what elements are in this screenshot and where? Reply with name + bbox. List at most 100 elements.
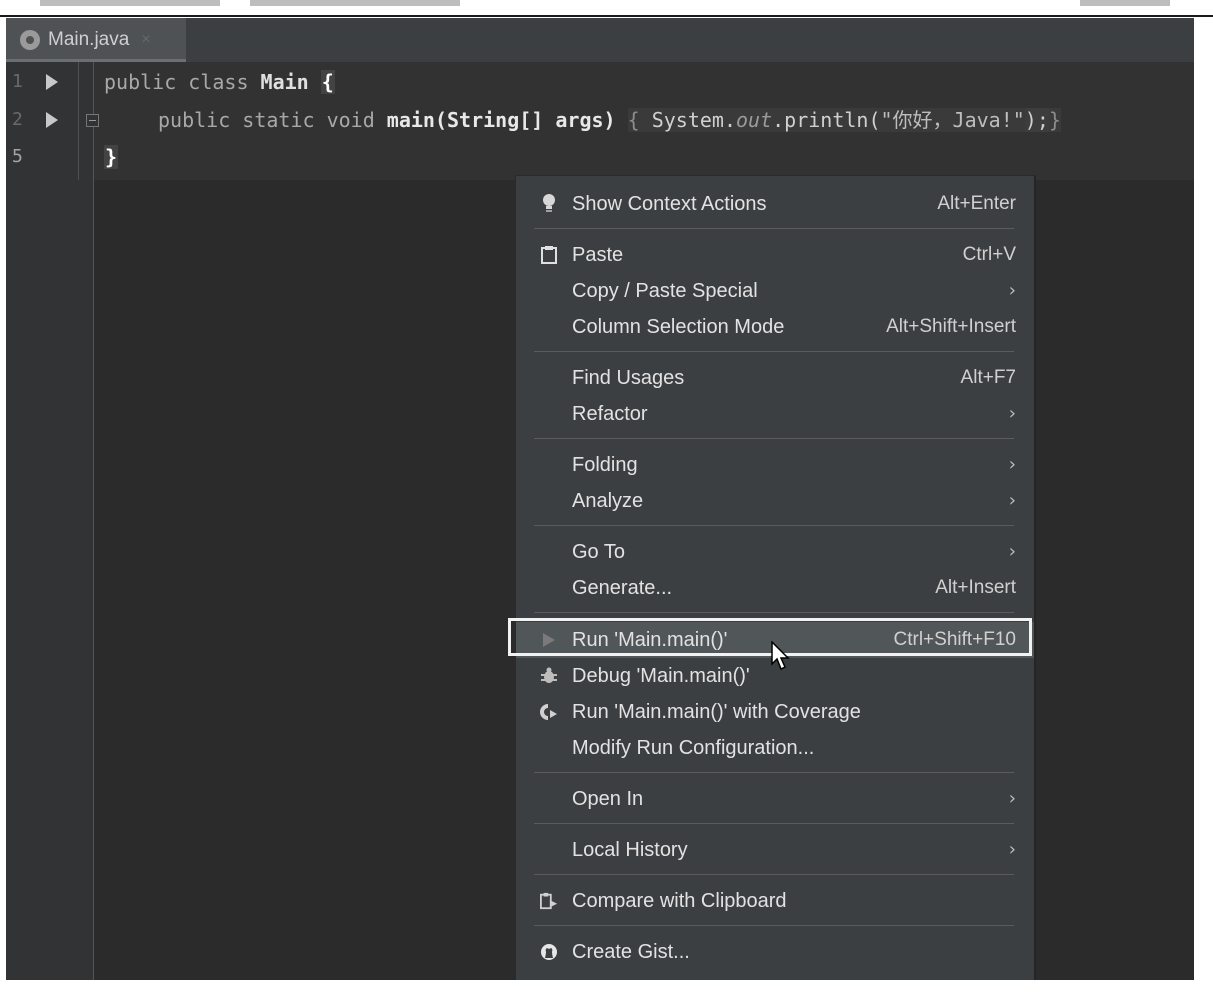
menu-separator (534, 874, 1014, 875)
menu-item-go-to[interactable]: Go To › (516, 534, 1034, 570)
code-token: public class (104, 70, 261, 94)
menu-separator (534, 925, 1014, 926)
code-line-3[interactable]: } (104, 139, 119, 175)
menu-separator (534, 612, 1014, 613)
menu-item-create-gist[interactable]: Create Gist... (516, 934, 1034, 970)
menu-item-label: Refactor (572, 403, 648, 425)
github-icon (540, 942, 558, 962)
menu-separator (534, 351, 1014, 352)
menu-item-local-history[interactable]: Local History › (516, 832, 1034, 868)
code-token: (String[] args) (434, 108, 628, 132)
ide-window: Main.java × 1 2 5 public class Main { pu… (6, 18, 1194, 980)
menu-item-shortcut: Alt+Insert (935, 577, 1016, 598)
gutter-separator (78, 62, 79, 180)
menu-separator (534, 228, 1014, 229)
menu-item-open-in[interactable]: Open In › (516, 781, 1034, 817)
menu-item-refactor[interactable]: Refactor › (516, 396, 1034, 432)
chevron-right-icon: › (1008, 541, 1016, 562)
tab-main-java[interactable]: Main.java × (6, 18, 186, 62)
menu-item-label: Folding (572, 454, 638, 476)
code-line-1[interactable]: public class Main { (104, 64, 335, 100)
menu-item-label: Generate... (572, 577, 673, 599)
chevron-right-icon: › (1008, 490, 1016, 511)
code-token: main (386, 108, 435, 132)
folded-region[interactable]: System.out.println("你好，Java!"); (639, 108, 1049, 132)
chevron-right-icon: › (1008, 403, 1016, 424)
menu-item-shortcut: Ctrl+V (962, 244, 1016, 265)
chevron-right-icon: › (1008, 788, 1016, 809)
menu-separator (534, 772, 1014, 773)
menu-item-label: Compare with Clipboard (572, 890, 787, 912)
line-number: 2 (12, 109, 23, 130)
editor-tab-bar: Main.java × (6, 18, 1194, 63)
fold-marker-icon[interactable] (86, 114, 99, 127)
menu-item-compare-with-clipboard[interactable]: Compare with Clipboard (516, 883, 1034, 919)
code-token: "你好，Java!" (880, 108, 1025, 132)
menu-item-label: Find Usages (572, 367, 685, 389)
chevron-right-icon: › (1008, 839, 1016, 860)
menu-separator (534, 525, 1014, 526)
cropped-toolbar-fragment (250, 0, 460, 6)
menu-item-run-with-coverage[interactable]: Run 'Main.main()' with Coverage (516, 694, 1034, 730)
line-number: 1 (12, 71, 23, 92)
cropped-toolbar-fragment (40, 0, 220, 6)
tab-label: Main.java (48, 29, 130, 50)
menu-item-label: Show Context Actions (572, 193, 767, 215)
menu-item-column-selection-mode[interactable]: Column Selection Mode Alt+Shift+Insert (516, 309, 1034, 345)
menu-item-label: Local History (572, 839, 688, 861)
menu-item-modify-run-configuration[interactable]: Modify Run Configuration... (516, 730, 1034, 766)
folded-brace: { (627, 108, 640, 132)
menu-item-label: Paste (572, 244, 624, 266)
fold-separator (93, 62, 94, 980)
code-token: out (735, 108, 773, 132)
menu-item-label: Copy / Paste Special (572, 280, 758, 302)
menu-item-analyze[interactable]: Analyze › (516, 483, 1034, 519)
bug-icon (540, 666, 558, 686)
editor-context-menu: Show Context Actions Alt+Enter Paste Ctr… (508, 175, 1036, 980)
menu-item-generate[interactable]: Generate... Alt+Insert (516, 570, 1034, 606)
code-token: public static void (158, 108, 387, 132)
highlight-frame (508, 618, 1032, 656)
menu-item-label: Create Gist... (572, 941, 690, 963)
menu-item-shortcut: Alt+Enter (937, 193, 1016, 214)
menu-item-show-context-actions[interactable]: Show Context Actions Alt+Enter (516, 186, 1034, 222)
menu-item-label: Debug 'Main.main()' (572, 665, 750, 687)
menu-item-copy-paste-special[interactable]: Copy / Paste Special › (516, 273, 1034, 309)
code-token: System. (639, 108, 736, 132)
menu-item-folding[interactable]: Folding › (516, 447, 1034, 483)
menu-separator (534, 438, 1014, 439)
menu-item-label: Open In (572, 788, 644, 810)
code-token: ); (1024, 108, 1049, 132)
menu-item-shortcut: Alt+Shift+Insert (886, 316, 1016, 337)
clipboard-icon (540, 245, 558, 265)
editor-gutter[interactable] (6, 62, 94, 980)
line-number: 5 (12, 146, 23, 167)
menu-separator (534, 823, 1014, 824)
coverage-icon (540, 702, 558, 722)
menu-item-label: Go To (572, 541, 625, 563)
run-gutter-icon[interactable] (46, 74, 58, 90)
menu-item-find-usages[interactable]: Find Usages Alt+F7 (516, 360, 1034, 396)
menu-item-label: Modify Run Configuration... (572, 737, 815, 759)
code-line-2[interactable]: public static void main(String[] args) {… (158, 102, 1061, 138)
chevron-right-icon: › (1008, 280, 1016, 301)
menu-item-label: Column Selection Mode (572, 316, 785, 338)
brace-match: } (104, 145, 119, 169)
cropped-toolbar-fragment (1080, 0, 1170, 6)
menu-item-label: Analyze (572, 490, 644, 512)
top-border-line (0, 15, 1213, 17)
java-class-icon (20, 30, 40, 50)
code-token: .println( (772, 108, 881, 132)
menu-item-shortcut: Alt+F7 (960, 367, 1016, 388)
menu-item-label: Run 'Main.main()' with Coverage (572, 701, 861, 723)
close-icon[interactable]: × (141, 31, 150, 49)
brace-match: { (320, 70, 335, 94)
folded-brace: } (1048, 108, 1061, 132)
chevron-right-icon: › (1008, 454, 1016, 475)
menu-item-paste[interactable]: Paste Ctrl+V (516, 237, 1034, 273)
top-crop-strip (0, 0, 1213, 18)
run-gutter-icon[interactable] (46, 112, 58, 128)
compare-clipboard-icon (540, 891, 558, 911)
lightbulb-icon (540, 194, 558, 214)
code-token: Main (260, 70, 309, 94)
